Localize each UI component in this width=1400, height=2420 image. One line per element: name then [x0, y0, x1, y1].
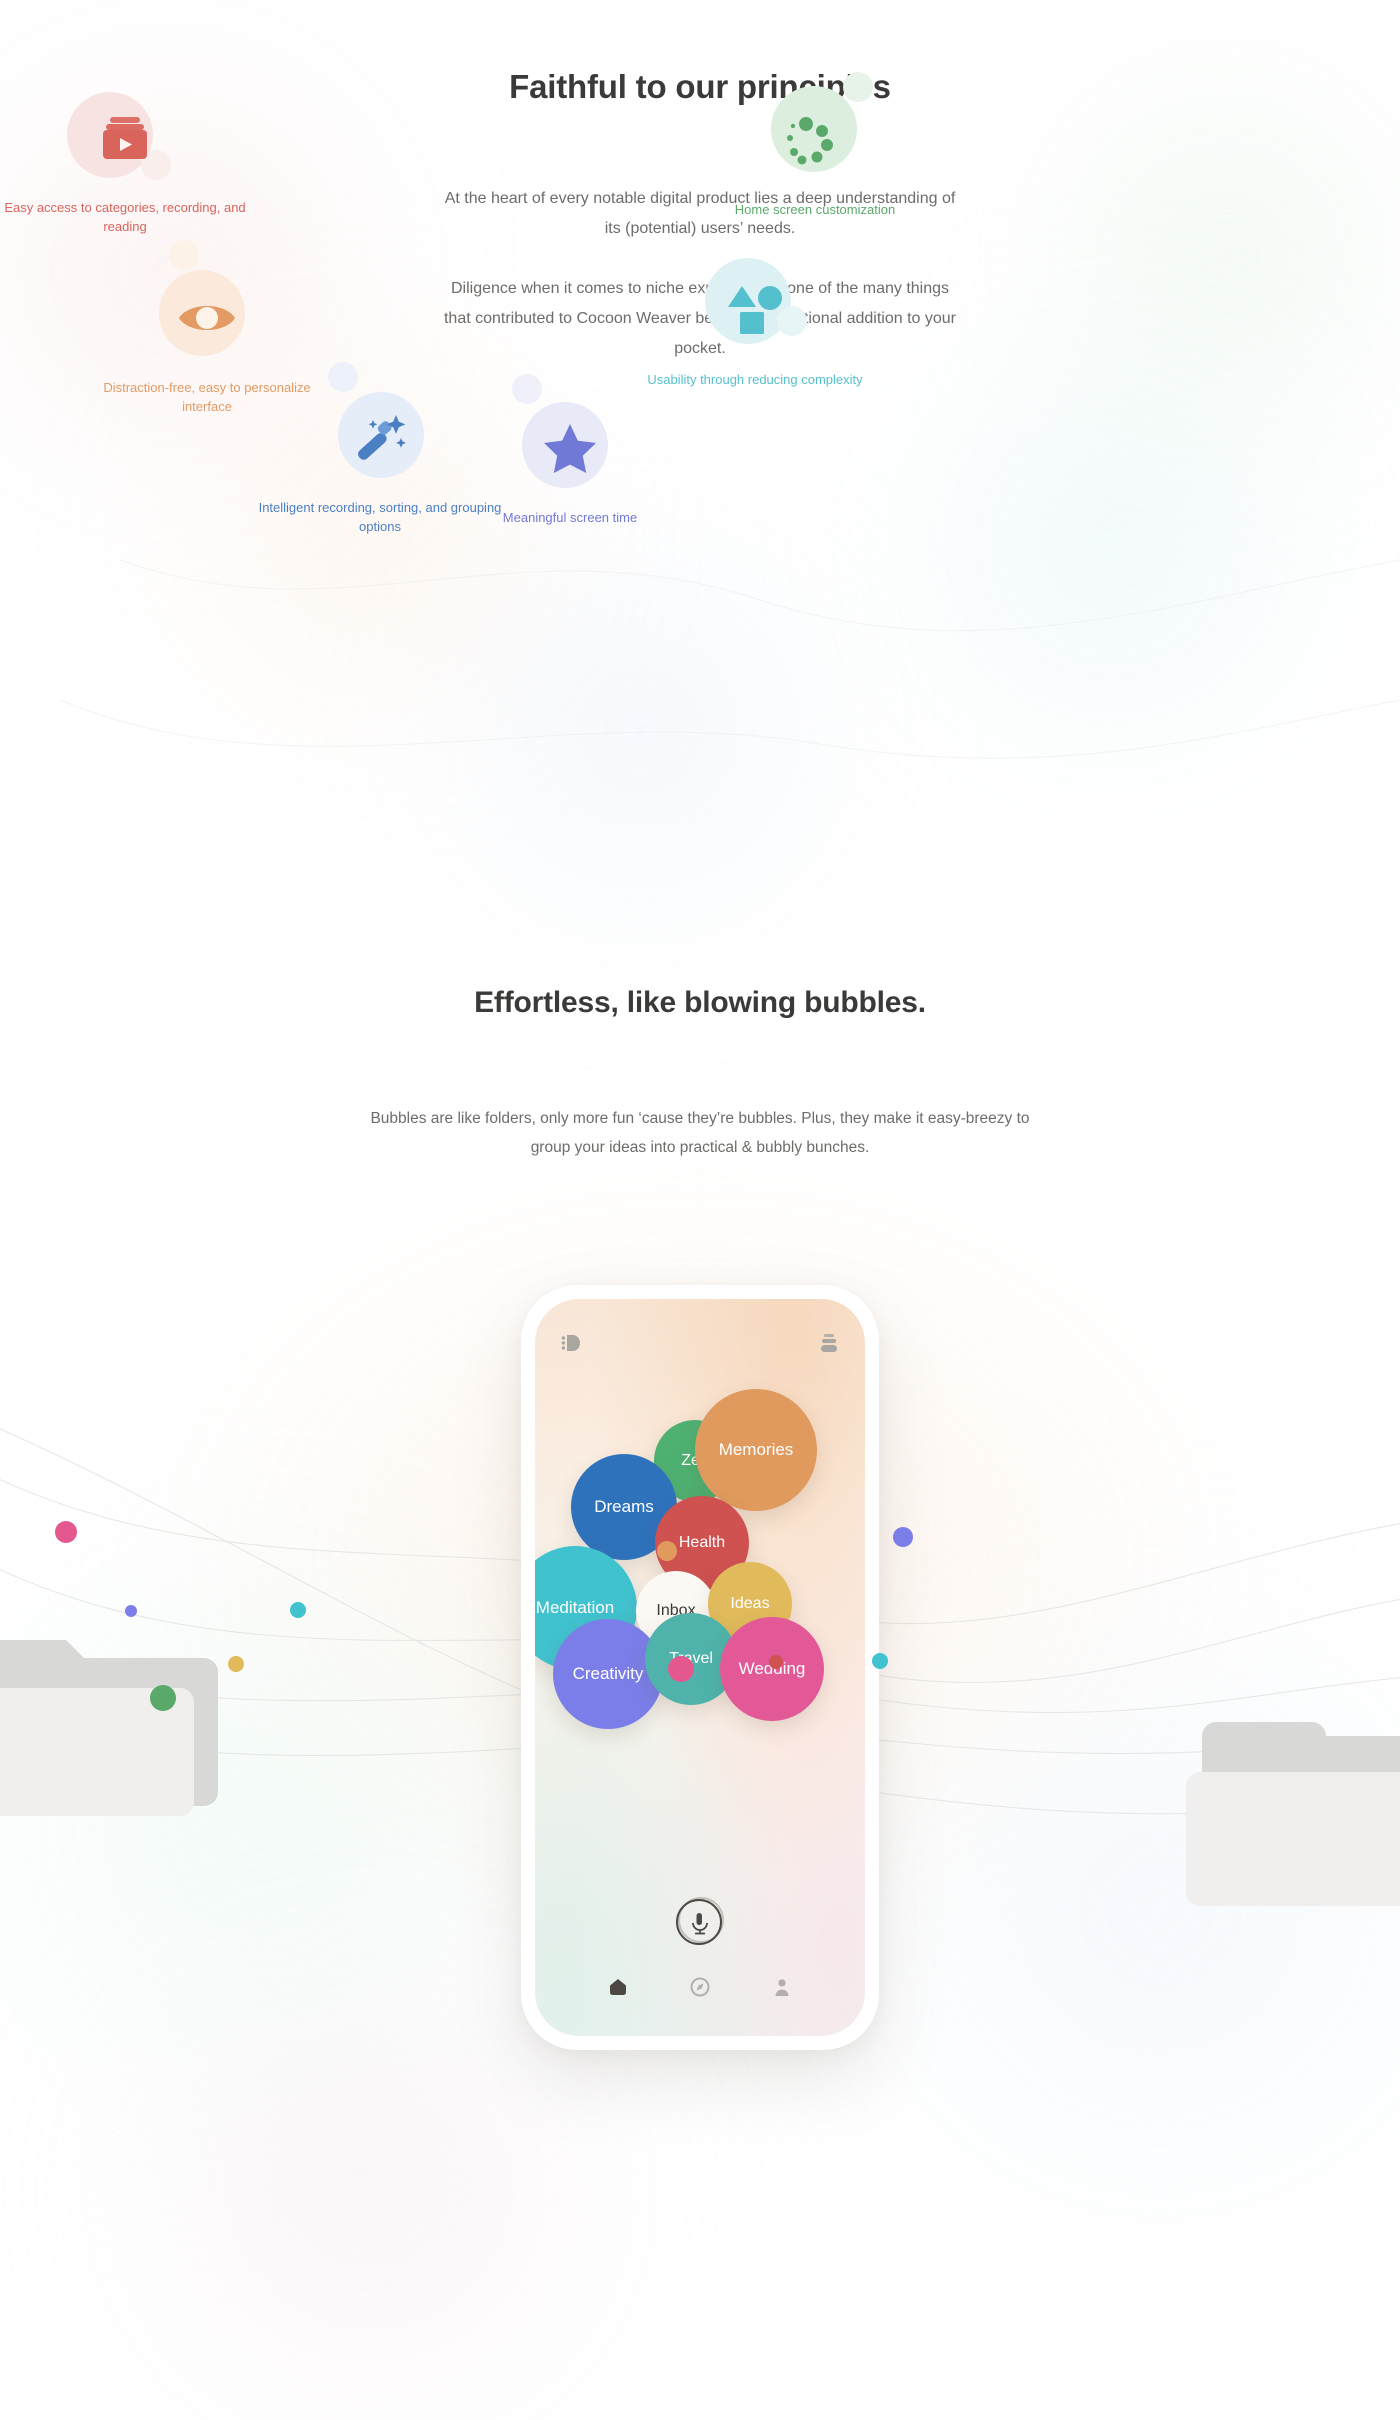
decor-folder-left — [0, 1640, 218, 1816]
feature-icon-area — [0, 78, 255, 198]
bubbles-paragraph: Bubbles are like folders, only more fun … — [370, 1109, 1030, 1156]
blob-accent — [169, 240, 199, 270]
phone-screen: ZenMemoriesDreamsHealthMeditationInboxId… — [535, 1299, 865, 2036]
bubbles-title: Effortless, like blowing bubbles. — [474, 986, 926, 1019]
feature-icon-area — [77, 240, 337, 378]
feature-label: Easy access to categories, recording, an… — [4, 200, 246, 234]
shapes-icon — [728, 286, 782, 334]
bubble-wedding[interactable]: Wedding — [720, 1617, 824, 1721]
decor-dot — [668, 1656, 694, 1682]
eye-icon — [179, 306, 235, 330]
star-icon — [544, 424, 596, 473]
bubble-label: Dreams — [594, 1497, 654, 1516]
menu-blob-icon[interactable] — [561, 1334, 581, 1352]
decor-dot — [150, 1685, 176, 1711]
feature-meaningful-screen-time[interactable]: Meaningful screen time — [440, 374, 700, 527]
decor-dot — [228, 1656, 244, 1672]
decor-dot — [290, 1602, 306, 1618]
feature-icon-area — [685, 72, 945, 200]
compass-icon[interactable] — [690, 1977, 710, 1997]
phone-mockup: ZenMemoriesDreamsHealthMeditationInboxId… — [521, 1285, 879, 2050]
feature-icon-area — [625, 250, 885, 370]
feature-label: Meaningful screen time — [502, 510, 638, 525]
home-icon[interactable] — [608, 1977, 628, 1997]
decor-dot — [55, 1521, 77, 1543]
folder-play-icon — [103, 117, 147, 159]
bubble-label: Ideas — [730, 1595, 770, 1612]
feature-usability[interactable]: Usability through reducing complexity — [625, 250, 885, 389]
dot-grid-icon — [787, 117, 833, 165]
bubble-label: Memories — [718, 1440, 794, 1459]
microphone-icon — [676, 1897, 724, 1945]
blob-accent — [843, 72, 873, 102]
stack-layers-icon[interactable] — [819, 1333, 839, 1353]
bubble-label: Health — [678, 1534, 726, 1551]
decor-dot — [872, 1653, 888, 1669]
decor-dot — [657, 1541, 677, 1561]
principles-section: Faithful to our principles At the heart … — [0, 0, 1400, 900]
blob-accent — [328, 362, 358, 392]
feature-easy-access[interactable]: Easy access to categories, recording, an… — [0, 78, 255, 236]
bubble-label: Creativity — [572, 1664, 644, 1683]
phone-status-row — [561, 1333, 839, 1353]
person-icon[interactable] — [772, 1977, 792, 1997]
decor-dot — [125, 1605, 137, 1617]
bubble-creativity[interactable]: Creativity — [553, 1619, 663, 1729]
bottom-nav — [535, 1977, 865, 1997]
bubble-label: Meditation — [535, 1598, 615, 1617]
feature-home-screen-customization[interactable]: Home screen customization — [685, 72, 945, 219]
bubble-memories[interactable]: Memories — [695, 1389, 817, 1511]
feature-label: Usability through reducing complexity — [647, 372, 863, 387]
decor-dot — [893, 1527, 913, 1547]
record-button[interactable] — [674, 1895, 726, 1947]
blob-accent — [512, 374, 542, 404]
feature-label: Home screen customization — [734, 202, 896, 217]
decor-dot — [769, 1655, 783, 1669]
magic-wand-icon — [358, 415, 406, 460]
decor-folder-right — [1186, 1722, 1400, 1906]
feature-icon-area — [440, 374, 700, 508]
